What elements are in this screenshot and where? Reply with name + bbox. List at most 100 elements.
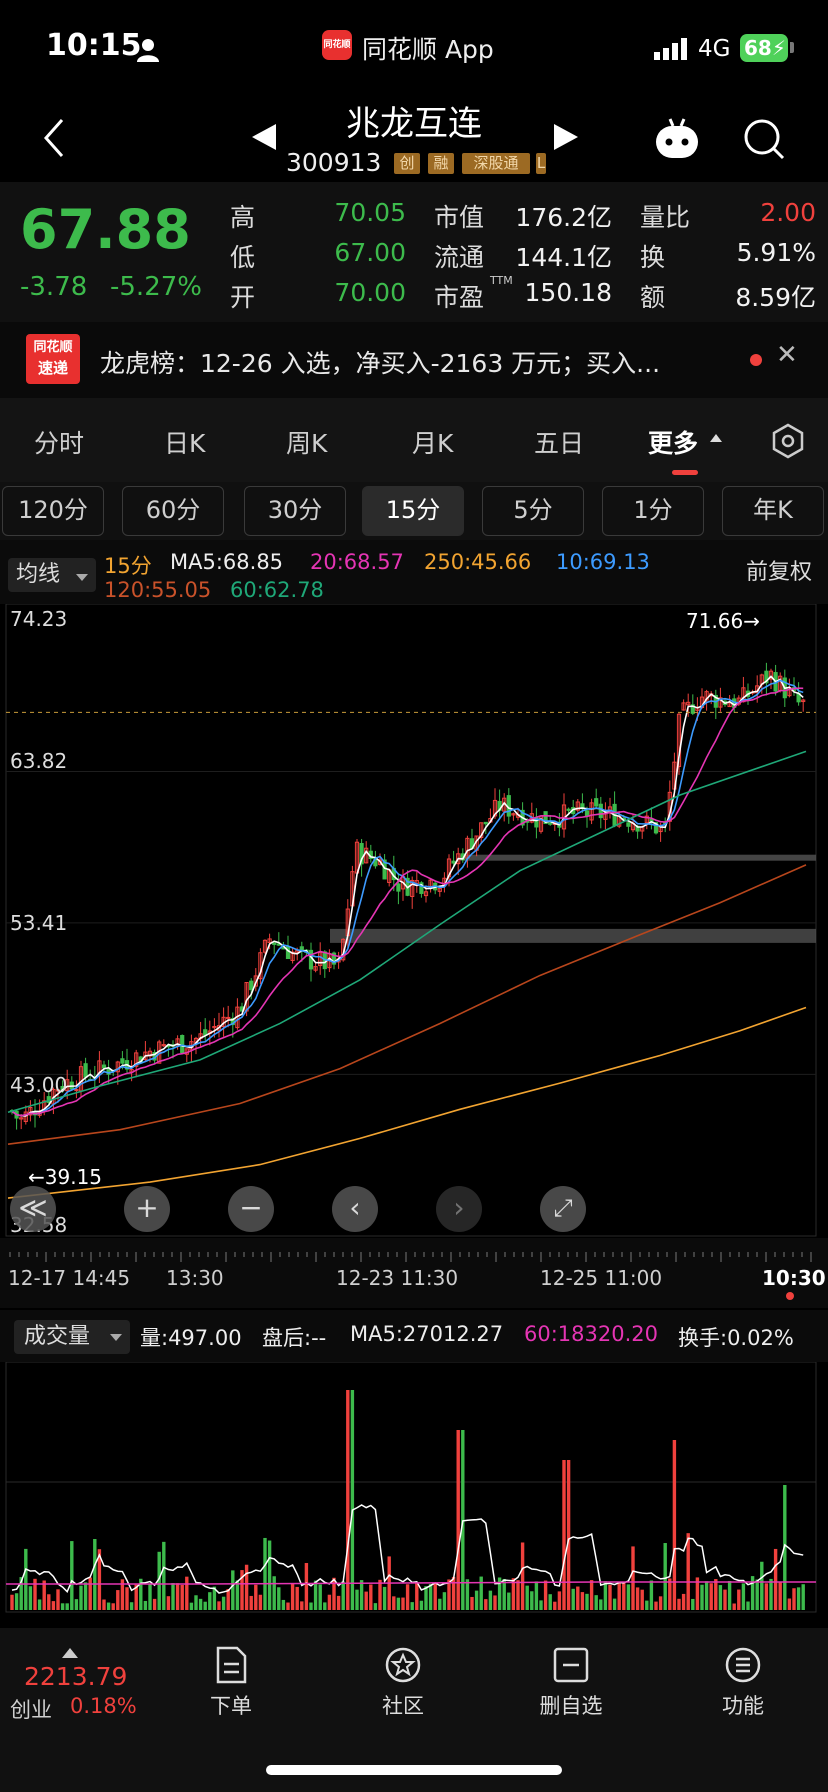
battery-icon: 68⚡ (740, 34, 788, 62)
volume-bar (65, 1603, 69, 1610)
volume-bar (359, 1580, 364, 1610)
prev-stock-icon[interactable] (252, 124, 276, 150)
volume-bar (438, 1598, 442, 1610)
time-label-1: 12-17 14:45 (8, 1266, 131, 1290)
period-year-k[interactable]: 年K (722, 486, 824, 536)
label-float: 流通 (434, 243, 485, 272)
index-pct[interactable]: 0.18% (70, 1694, 137, 1718)
close-icon[interactable]: ✕ (776, 340, 798, 370)
volume-bar (286, 1602, 290, 1610)
order-icon (216, 1646, 247, 1684)
adjust-mode[interactable]: 前复权 (746, 554, 812, 586)
label-amount: 额 (640, 283, 666, 312)
volume-chart[interactable] (0, 1362, 828, 1614)
time-label-3: 12-23 11:30 (336, 1266, 459, 1290)
news-text[interactable]: 龙虎榜：12-26 入选，净买入-2163 万元；买入... (100, 344, 720, 380)
zoom-reset-button[interactable]: ≪ (10, 1186, 56, 1232)
minus-icon: − (239, 1191, 263, 1224)
volume-bar (419, 1600, 424, 1610)
volume-bar (493, 1595, 497, 1610)
period-5min[interactable]: 5分 (482, 486, 584, 536)
candle-body (451, 860, 456, 864)
tag-l: L (536, 153, 546, 174)
volume-bar (106, 1602, 111, 1610)
volume-bar (341, 1581, 345, 1610)
rewind-icon: ≪ (18, 1191, 48, 1224)
tab-intraday[interactable]: 分时 (34, 424, 84, 460)
period-1min[interactable]: 1分 (602, 486, 704, 536)
zoom-out-button[interactable]: − (228, 1186, 274, 1232)
volume-bar (185, 1576, 189, 1610)
volume-bar (171, 1583, 175, 1610)
ma20-value: 20:68.57 (310, 550, 404, 574)
volume-bar (603, 1581, 608, 1610)
candle-body (249, 980, 254, 991)
volume-bar (323, 1602, 327, 1610)
tab-weekly-k[interactable]: 周K (286, 424, 327, 460)
scroll-left-button[interactable]: ‹ (332, 1186, 378, 1232)
tag-shenguotong: 深股通 (462, 153, 530, 174)
volume-bar (787, 1598, 792, 1610)
ma10-line (11, 679, 804, 1117)
robot-assistant-icon[interactable] (652, 116, 702, 162)
news-logo-bottom: 速递 (37, 359, 68, 377)
volume-bar (714, 1579, 718, 1610)
candle-body (584, 810, 590, 817)
volume-bar (378, 1579, 382, 1610)
scroll-right-button[interactable]: › (436, 1186, 482, 1232)
volume-bar (180, 1584, 184, 1610)
volume-bar (433, 1582, 437, 1610)
period-60min[interactable]: 60分 (122, 486, 224, 536)
search-icon[interactable] (742, 117, 786, 161)
volume-bar (189, 1602, 194, 1610)
nav-community[interactable]: 社区 (348, 1646, 458, 1720)
candle-body (180, 1035, 185, 1054)
nav-functions[interactable]: 功能 (688, 1646, 798, 1720)
tab-active-indicator (672, 470, 698, 475)
settings-icon[interactable] (770, 423, 806, 459)
candle-body (120, 1058, 125, 1064)
stock-code: 300913 (286, 148, 382, 177)
volume-ma5: MA5:27012.27 (350, 1322, 504, 1346)
volume-bar (796, 1587, 801, 1610)
app-name: 同花顺 App (362, 35, 494, 64)
volume-bar (534, 1581, 539, 1610)
volume-bar (295, 1586, 299, 1610)
volume-bar (231, 1570, 235, 1610)
volume-bar (415, 1583, 419, 1610)
volume-bar (42, 1580, 46, 1610)
candle-body (299, 946, 304, 950)
back-icon[interactable] (38, 116, 74, 160)
chevron-down-icon (76, 574, 88, 581)
nav-order[interactable]: 下单 (176, 1646, 286, 1720)
volume-bar (617, 1582, 621, 1610)
volume-bar (405, 1584, 410, 1610)
kline-chart[interactable]: 74.23 63.82 53.41 43.00 32.58 71.66→ ←39… (0, 604, 828, 1238)
nav-remove-watchlist[interactable]: 删自选 (516, 1646, 626, 1720)
home-indicator (266, 1765, 562, 1775)
volume-bar (769, 1578, 773, 1610)
volume-bar (622, 1582, 626, 1610)
tab-daily-k[interactable]: 日K (164, 424, 205, 460)
volume-bar (626, 1584, 631, 1610)
period-30min[interactable]: 30分 (244, 486, 346, 536)
volume-bar (530, 1591, 534, 1610)
tab-monthly-k[interactable]: 月K (412, 424, 453, 460)
fullscreen-icon: ⤢ (553, 1194, 573, 1222)
period-120min[interactable]: 120分 (2, 486, 104, 536)
next-stock-icon[interactable] (554, 124, 578, 150)
time-label-4: 12-25 11:00 (540, 1266, 663, 1290)
volume-bar (272, 1576, 276, 1610)
tab-more[interactable]: 更多 (648, 424, 698, 460)
live-dot (786, 1292, 794, 1300)
volume-bar (244, 1564, 249, 1610)
period-15min[interactable]: 15分 (362, 486, 464, 536)
tab-five-day[interactable]: 五日 (534, 424, 584, 460)
zoom-in-button[interactable]: + (124, 1186, 170, 1232)
index-name[interactable]: 创业 (10, 1694, 52, 1724)
volume-bar (125, 1587, 129, 1610)
last-price: 67.88 (20, 198, 191, 261)
index-value[interactable]: 2213.79 (24, 1662, 127, 1691)
caret-up-icon (62, 1648, 78, 1658)
fullscreen-button[interactable]: ⤢ (540, 1186, 586, 1232)
